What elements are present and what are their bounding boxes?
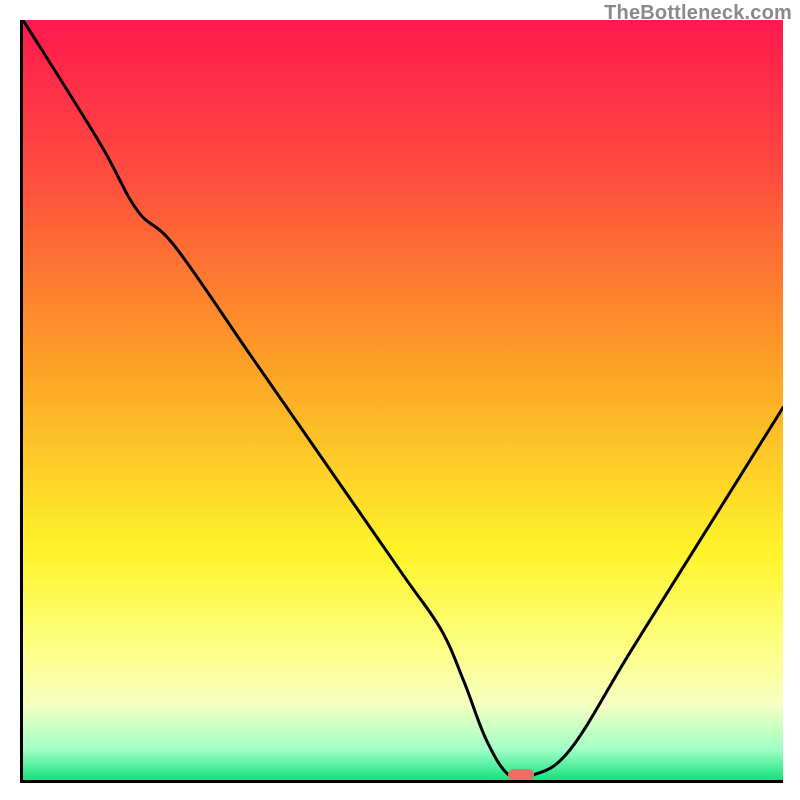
gradient-background	[23, 20, 783, 780]
chart-stage: TheBottleneck.com	[0, 0, 800, 800]
optimal-marker	[508, 769, 534, 781]
chart-svg	[23, 20, 783, 780]
plot-area	[20, 20, 783, 783]
